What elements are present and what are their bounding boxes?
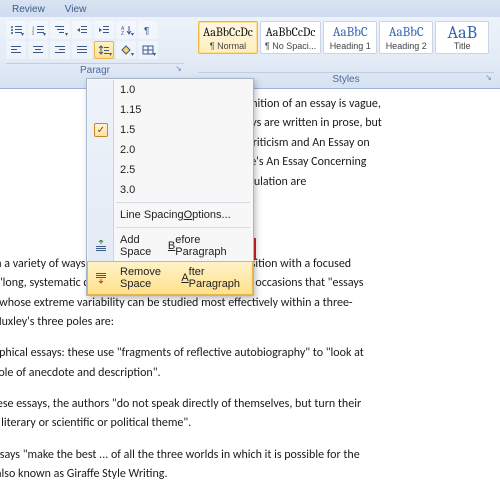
ribbon-tabs: Review View <box>0 0 500 17</box>
style-preview-text: AaBbC <box>328 24 372 40</box>
remove-space-after[interactable]: Remove Space After Paragraph <box>88 262 252 294</box>
svg-text:¶: ¶ <box>144 26 149 35</box>
line-spacing-options[interactable]: Line Spacing Options... <box>88 205 252 225</box>
sort-button[interactable]: AZ <box>116 21 136 39</box>
spacing-2-5[interactable]: 2.5 <box>88 160 252 180</box>
paragraph-group-label[interactable]: Paragr <box>6 63 184 76</box>
style-name-label: Title <box>440 41 484 51</box>
style-name-label: ¶ No Spaci... <box>265 41 316 51</box>
style-name-label: Heading 1 <box>328 41 372 51</box>
align-left-button[interactable] <box>6 41 26 59</box>
spacing-2-0[interactable]: 2.0 <box>88 140 252 160</box>
justify-button[interactable] <box>72 41 92 59</box>
tab-view[interactable]: View <box>61 2 91 17</box>
style-preview-text: AaBbCcDc <box>203 24 253 40</box>
paragraph-group: 123 AZ ¶ Paragr <box>6 21 184 76</box>
svg-text:Z: Z <box>121 31 124 35</box>
style-preview-text: AaB <box>440 24 484 40</box>
line-spacing-menu: 1.0 1.15 ✓1.5 2.0 2.5 3.0 Line Spacing O… <box>86 78 254 296</box>
decrease-indent-button[interactable] <box>72 21 92 39</box>
increase-indent-button[interactable] <box>94 21 114 39</box>
align-center-button[interactable] <box>28 41 48 59</box>
style-name-label: Heading 2 <box>384 41 428 51</box>
style-preview-text: AaBbCcDc <box>265 24 316 40</box>
menu-separator <box>116 202 250 203</box>
spacing-3-0[interactable]: 3.0 <box>88 180 252 200</box>
spacing-1-0[interactable]: 1.0 <box>88 80 252 100</box>
line-spacing-button[interactable] <box>94 41 114 59</box>
numbering-button[interactable]: 123 <box>28 21 48 39</box>
style-heading-1[interactable]: AaBbC Heading 1 <box>323 21 377 54</box>
style-title[interactable]: AaB Title <box>435 21 489 54</box>
shading-button[interactable] <box>116 41 136 59</box>
align-right-button[interactable] <box>50 41 70 59</box>
show-marks-button[interactable]: ¶ <box>138 21 158 39</box>
style-preview-text: AaBbC <box>384 24 428 40</box>
style-name-label: ¶ Normal <box>203 41 253 51</box>
tab-review[interactable]: Review <box>8 2 49 17</box>
svg-text:3: 3 <box>32 31 35 35</box>
style-normal[interactable]: AaBbCcDc ¶ Normal <box>198 21 258 54</box>
borders-button[interactable] <box>138 41 158 59</box>
style-heading-2[interactable]: AaBbC Heading 2 <box>379 21 433 54</box>
bullets-button[interactable] <box>6 21 26 39</box>
multilevel-list-button[interactable] <box>50 21 70 39</box>
spacing-1-15[interactable]: 1.15 <box>88 100 252 120</box>
spacing-1-5[interactable]: ✓1.5 <box>88 120 252 140</box>
styles-group: AaBbCcDc ¶ Normal AaBbCcDc ¶ No Spaci...… <box>198 21 494 85</box>
check-icon: ✓ <box>94 123 108 137</box>
space-after-icon <box>94 271 108 285</box>
menu-separator <box>116 227 250 228</box>
space-before-icon <box>94 239 108 253</box>
add-space-before[interactable]: Add Space Before Paragraph <box>88 230 252 262</box>
style-no-spacing[interactable]: AaBbCcDc ¶ No Spaci... <box>260 21 321 54</box>
